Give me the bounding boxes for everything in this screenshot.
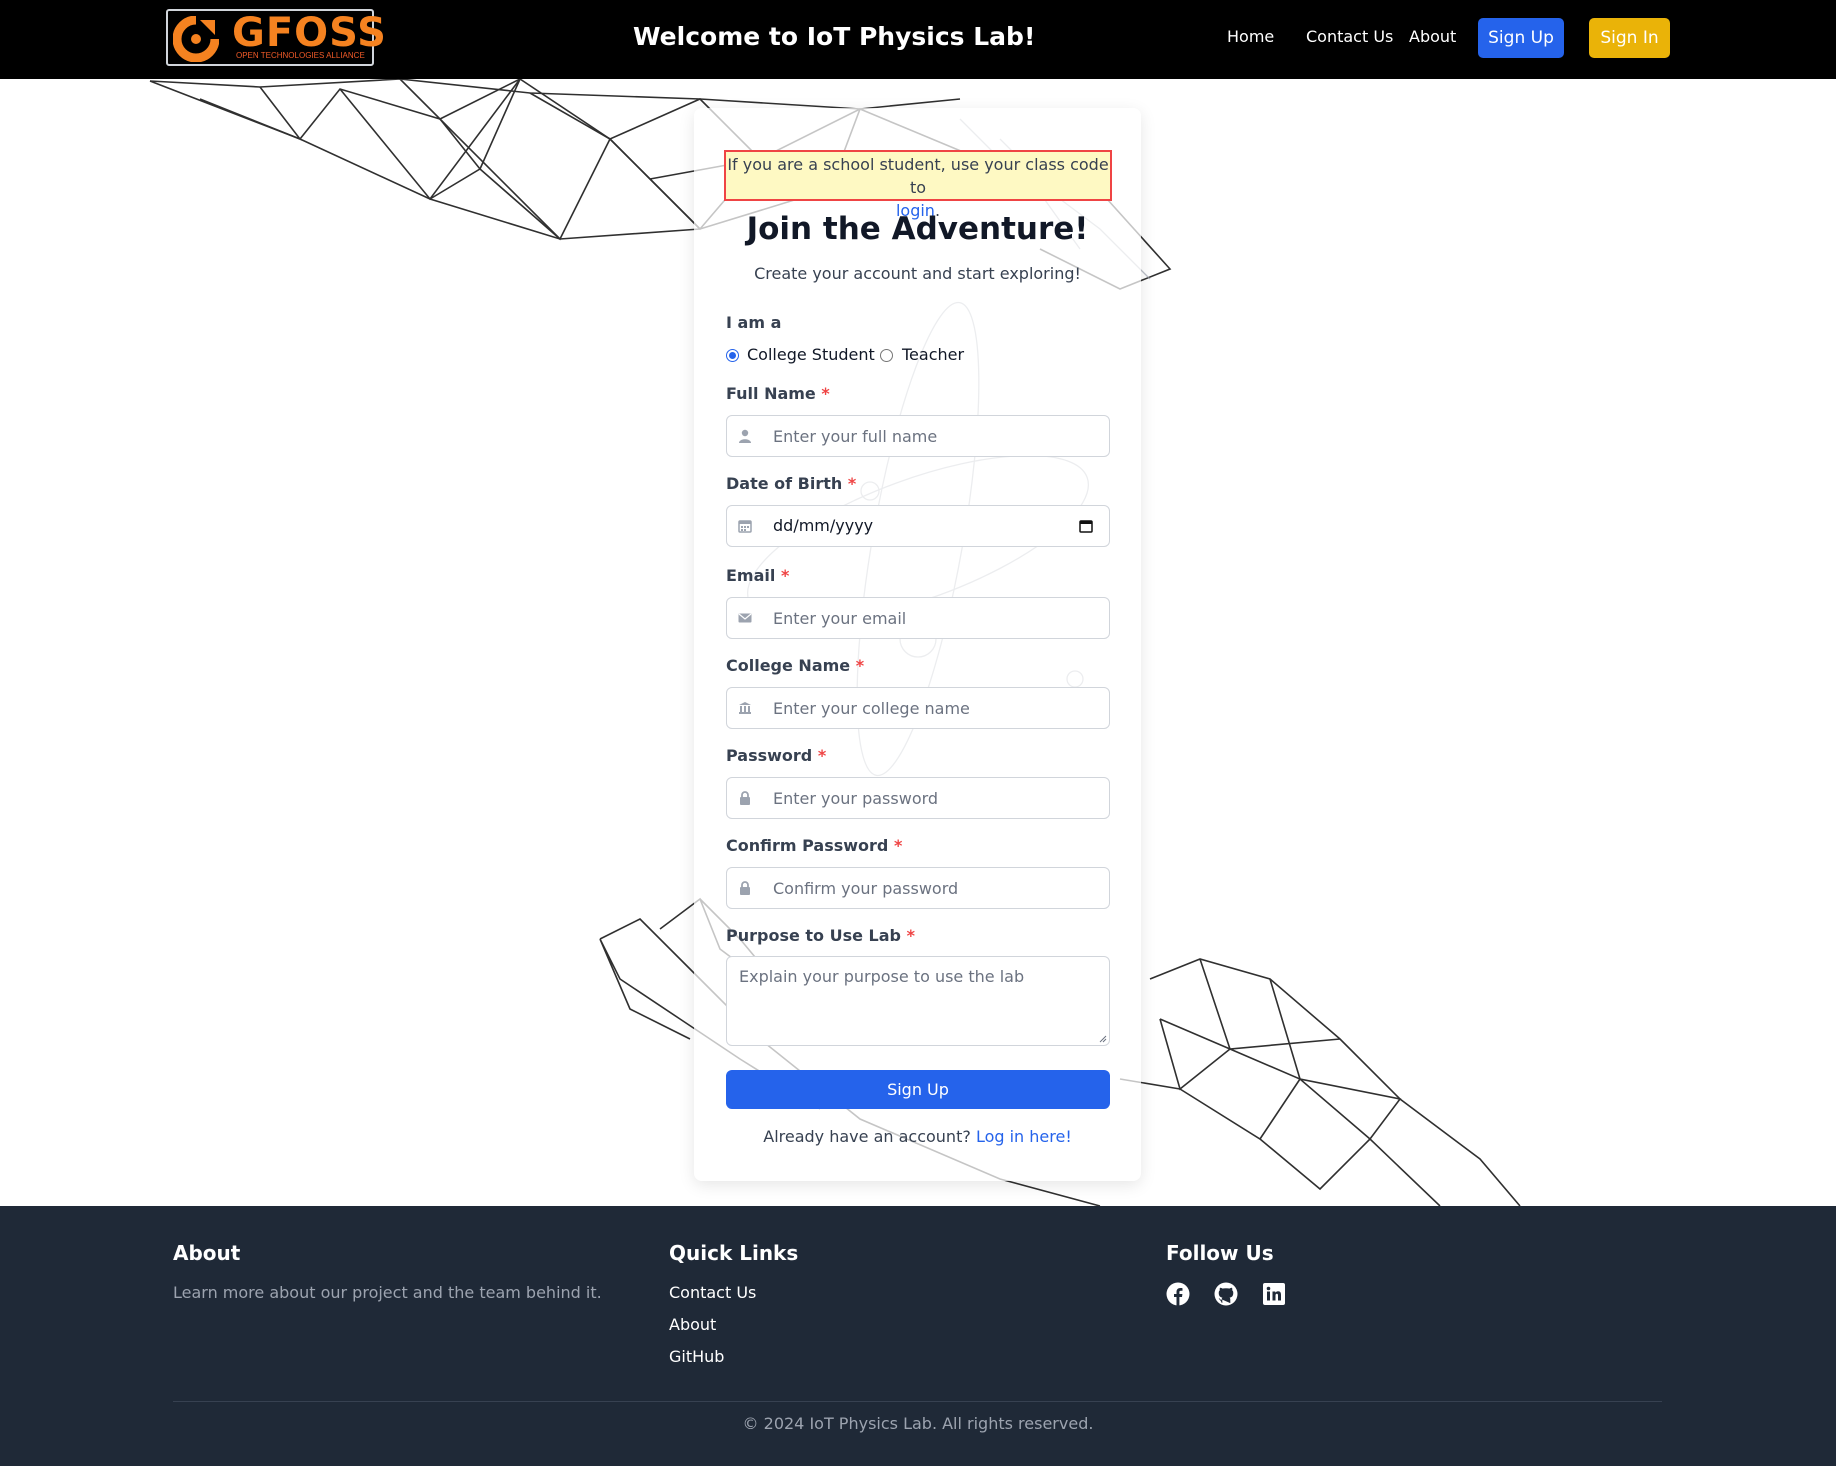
envelope-icon — [738, 613, 752, 623]
card-subtitle: Create your account and start exploring! — [754, 264, 1081, 283]
password-label-text: Password — [726, 746, 813, 765]
footer-link-github[interactable]: GitHub — [669, 1346, 724, 1368]
nav-link-home[interactable]: Home — [1227, 26, 1274, 48]
footer-divider — [173, 1401, 1662, 1402]
footer-about-heading: About — [173, 1241, 241, 1265]
college-input[interactable] — [773, 688, 1103, 728]
email-label-text: Email — [726, 566, 776, 585]
email-field[interactable] — [726, 597, 1110, 639]
user-icon — [739, 429, 751, 443]
footer-follow-heading: Follow Us — [1166, 1241, 1274, 1265]
dob-label-text: Date of Birth — [726, 474, 843, 493]
nav-signup-button[interactable]: Sign Up — [1478, 18, 1564, 58]
password-label: Password * — [726, 745, 826, 767]
login-here-link[interactable]: Log in here! — [976, 1127, 1072, 1146]
calendar-icon — [738, 520, 752, 533]
dob-input[interactable]: dd/mm/yyyy — [773, 515, 873, 537]
purpose-field[interactable] — [726, 956, 1110, 1046]
required-mark: * — [847, 474, 857, 493]
email-input[interactable] — [773, 598, 1103, 638]
purpose-textarea[interactable] — [727, 957, 1109, 1045]
required-mark: * — [817, 746, 827, 765]
date-picker-icon[interactable] — [1079, 519, 1093, 533]
nav-link-contact[interactable]: Contact Us — [1306, 26, 1393, 48]
required-mark: * — [780, 566, 790, 585]
login-prompt-text: Already have an account? — [763, 1127, 971, 1146]
password-input[interactable] — [773, 778, 1103, 818]
university-icon — [739, 702, 751, 714]
required-mark: * — [906, 926, 915, 945]
lock-icon — [740, 791, 750, 805]
gfoss-logo-mark-icon — [173, 16, 219, 62]
college-label-text: College Name — [726, 656, 851, 675]
copyright-text: © 2024 IoT Physics Lab. All rights reser… — [742, 1414, 1094, 1433]
github-icon[interactable] — [1214, 1282, 1238, 1306]
site-title: Welcome to IoT Physics Lab! — [633, 22, 1036, 51]
signup-submit-button[interactable]: Sign Up — [726, 1070, 1110, 1109]
full-name-label: Full Name * — [726, 383, 830, 405]
footer-link-contact[interactable]: Contact Us — [669, 1282, 756, 1304]
footer-quick-links-heading: Quick Links — [669, 1241, 799, 1265]
gfoss-logo[interactable]: GFOSS OPEN TECHNOLOGIES ALLIANCE — [166, 9, 386, 66]
dob-label: Date of Birth * — [726, 473, 856, 495]
full-name-input[interactable] — [773, 416, 1103, 456]
confirm-password-label-text: Confirm Password — [726, 836, 889, 855]
footer-link-about[interactable]: About — [669, 1314, 716, 1336]
confirm-password-input[interactable] — [773, 868, 1103, 908]
password-field[interactable] — [726, 777, 1110, 819]
full-name-field[interactable] — [726, 415, 1110, 457]
radio-college-student[interactable] — [726, 349, 739, 362]
student-notice: If you are a school student, use your cl… — [724, 150, 1112, 220]
card-title: Join the Adventure! — [746, 211, 1089, 247]
required-mark: * — [821, 384, 830, 403]
logo-wordmark: GFOSS — [232, 10, 387, 56]
confirm-password-label: Confirm Password * — [726, 835, 902, 857]
signup-card: If you are a school student, use your cl… — [694, 108, 1141, 1181]
footer-about-text: Learn more about our project and the tea… — [173, 1283, 602, 1302]
notice-text: If you are a school student, use your cl… — [727, 155, 1109, 197]
college-label: College Name * — [726, 655, 864, 677]
linkedin-icon[interactable] — [1262, 1282, 1286, 1306]
college-field[interactable] — [726, 687, 1110, 729]
email-label: Email * — [726, 565, 789, 587]
radio-teacher-label[interactable]: Teacher — [902, 344, 964, 366]
required-mark: * — [893, 836, 903, 855]
logo-tagline: OPEN TECHNOLOGIES ALLIANCE — [236, 51, 365, 60]
navbar: GFOSS OPEN TECHNOLOGIES ALLIANCE Welcome… — [0, 0, 1836, 79]
full-name-label-text: Full Name — [726, 384, 816, 403]
confirm-password-field[interactable] — [726, 867, 1110, 909]
facebook-icon[interactable] — [1166, 1282, 1190, 1306]
nav-signin-button[interactable]: Sign In — [1589, 18, 1670, 58]
radio-teacher[interactable] — [880, 349, 893, 362]
nav-link-about[interactable]: About — [1409, 26, 1456, 48]
resize-grip-icon[interactable] — [1099, 1035, 1107, 1043]
role-label: I am a — [726, 313, 782, 332]
radio-college-student-label[interactable]: College Student — [747, 344, 875, 366]
lock-icon — [740, 881, 750, 895]
purpose-label-text: Purpose to Use Lab — [726, 926, 901, 945]
login-prompt: Already have an account? Log in here! — [694, 1126, 1141, 1148]
purpose-label: Purpose to Use Lab * — [726, 925, 915, 947]
dob-field[interactable]: dd/mm/yyyy — [726, 505, 1110, 547]
required-mark: * — [855, 656, 865, 675]
footer: About Learn more about our project and t… — [0, 1206, 1836, 1466]
